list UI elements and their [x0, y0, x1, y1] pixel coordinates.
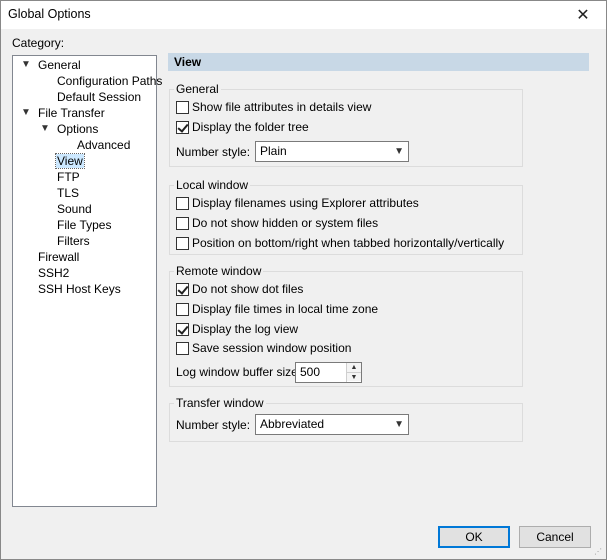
- checkbox-label: Display the log view: [192, 322, 299, 336]
- spin-buttons: ▲ ▼: [346, 363, 361, 382]
- spin-up-icon[interactable]: ▲: [347, 363, 361, 372]
- category-label: Category:: [12, 36, 65, 50]
- tree-item-options[interactable]: Options: [57, 121, 98, 137]
- hidden-files-checkbox[interactable]: Do not show hidden or system files: [176, 215, 378, 231]
- remote-window-group-title: Remote window: [174, 264, 264, 278]
- resize-grip-icon[interactable]: ⋰: [594, 547, 604, 557]
- tree-item-sound[interactable]: Sound: [57, 201, 92, 217]
- panel-header: View: [168, 53, 589, 71]
- checkbox-box[interactable]: [176, 302, 189, 316]
- tree-item-general[interactable]: General: [38, 57, 81, 73]
- checkbox-label: Do not show hidden or system files: [192, 216, 379, 230]
- general-group-title: General: [174, 82, 221, 96]
- title-bar: Global Options ✕: [1, 1, 606, 29]
- transfer-number-style-label: Number style:: [176, 418, 251, 432]
- tree-item-view[interactable]: View: [55, 153, 85, 169]
- number-style-label: Number style:: [176, 145, 251, 159]
- checkbox-box[interactable]: [176, 216, 189, 230]
- log-buffer-value[interactable]: 500: [300, 365, 320, 379]
- category-tree[interactable]: ▼ General Configuration Paths Default Se…: [12, 55, 162, 507]
- log-buffer-label: Log window buffer size:: [176, 365, 302, 379]
- tree-item-default-session[interactable]: Default Session: [57, 89, 141, 105]
- tree-item-ssh-host-keys[interactable]: SSH Host Keys: [38, 281, 121, 297]
- global-options-dialog: Global Options ✕ Category: ▼ General Con…: [0, 0, 607, 560]
- dropdown-arrow-icon: ▼: [394, 419, 404, 430]
- checkbox-box[interactable]: [176, 120, 189, 134]
- spin-down-icon[interactable]: ▼: [347, 372, 361, 381]
- tree-item-file-types[interactable]: File Types: [57, 217, 111, 233]
- checkbox-box[interactable]: [176, 322, 189, 336]
- save-session-window-checkbox[interactable]: Save session window position: [176, 340, 351, 356]
- checkbox-label: Show file attributes in details view: [192, 100, 372, 114]
- tree-item-firewall[interactable]: Firewall: [38, 249, 79, 265]
- transfer-window-group-title: Transfer window: [174, 396, 266, 410]
- checkbox-box[interactable]: [176, 341, 189, 355]
- display-folder-tree-checkbox[interactable]: Display the folder tree: [176, 119, 309, 135]
- chevron-down-icon[interactable]: ▼: [40, 121, 50, 137]
- checkbox-box[interactable]: [176, 236, 189, 250]
- checkbox-label: Display filenames using Explorer attribu…: [192, 196, 419, 210]
- local-time-zone-checkbox[interactable]: Display file times in local time zone: [176, 301, 378, 317]
- tree-item-file-transfer[interactable]: File Transfer: [38, 105, 105, 121]
- local-window-group-title: Local window: [174, 178, 251, 192]
- tree-item-ssh2[interactable]: SSH2: [38, 265, 69, 281]
- chevron-down-icon[interactable]: ▼: [21, 57, 31, 73]
- checkbox-box[interactable]: [176, 196, 189, 210]
- tree-item-advanced[interactable]: Advanced: [77, 137, 130, 153]
- number-style-select[interactable]: Plain ▼: [255, 141, 409, 162]
- checkbox-box[interactable]: [176, 100, 189, 114]
- tree-item-configuration-paths[interactable]: Configuration Paths: [57, 73, 162, 89]
- dot-files-checkbox[interactable]: Do not show dot files: [176, 281, 303, 297]
- tree-item-ftp[interactable]: FTP: [57, 169, 80, 185]
- close-icon[interactable]: ✕: [560, 1, 606, 29]
- log-buffer-spinner[interactable]: 500 ▲ ▼: [295, 362, 362, 383]
- transfer-number-style-select[interactable]: Abbreviated ▼: [255, 414, 409, 435]
- checkbox-label: Position on bottom/right when tabbed hor…: [192, 236, 505, 250]
- tree-item-filters[interactable]: Filters: [57, 233, 90, 249]
- checkbox-label: Save session window position: [192, 341, 352, 355]
- log-view-checkbox[interactable]: Display the log view: [176, 321, 298, 337]
- tree-item-tls[interactable]: TLS: [57, 185, 79, 201]
- checkbox-label: Do not show dot files: [192, 282, 304, 296]
- window-title: Global Options: [8, 7, 91, 21]
- transfer-number-style-value: Abbreviated: [260, 417, 325, 431]
- ok-button[interactable]: OK: [438, 526, 510, 548]
- cancel-button[interactable]: Cancel: [519, 526, 591, 548]
- number-style-value: Plain: [260, 144, 287, 158]
- position-bottom-right-checkbox[interactable]: Position on bottom/right when tabbed hor…: [176, 235, 504, 251]
- checkbox-box[interactable]: [176, 282, 189, 296]
- dropdown-arrow-icon: ▼: [394, 146, 404, 157]
- display-filenames-checkbox[interactable]: Display filenames using Explorer attribu…: [176, 195, 419, 211]
- checkbox-label: Display file times in local time zone: [192, 302, 379, 316]
- checkbox-label: Display the folder tree: [192, 120, 309, 134]
- chevron-down-icon[interactable]: ▼: [21, 105, 31, 121]
- show-file-attributes-checkbox[interactable]: Show file attributes in details view: [176, 99, 371, 115]
